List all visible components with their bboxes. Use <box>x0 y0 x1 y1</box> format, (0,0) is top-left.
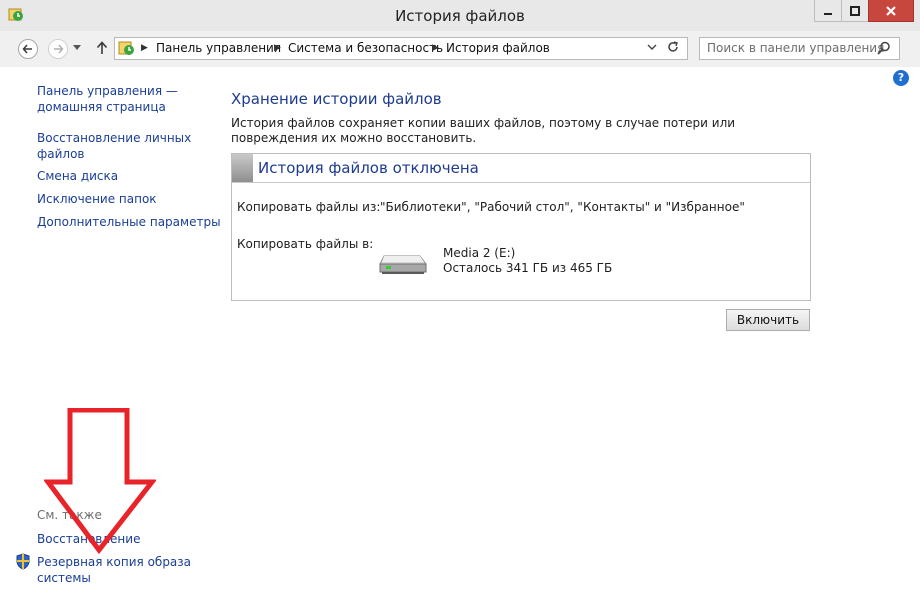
sidebar-item-control-panel-home[interactable]: Панель управления — домашняя страница <box>37 83 217 115</box>
shield-icon <box>16 553 30 570</box>
window-title: История файлов <box>395 7 525 25</box>
sidebar-item-change-drive[interactable]: Смена диска <box>37 168 118 184</box>
recent-locations-chevron-icon[interactable] <box>73 45 81 51</box>
page-description: История файлов сохраняет копии ваших фай… <box>231 116 736 145</box>
enable-button[interactable]: Включить <box>726 309 810 331</box>
maximize-button[interactable] <box>841 0 868 22</box>
sidebar-item-restore-files[interactable]: Восстановление личных файлов <box>37 130 217 162</box>
minimize-button[interactable] <box>814 0 841 22</box>
breadcrumb-separator-icon[interactable]: ▶ <box>274 40 281 56</box>
search-placeholder: Поиск в панели управления <box>707 41 885 55</box>
search-icon[interactable] <box>877 41 891 55</box>
control-panel-icon <box>118 41 134 55</box>
breadcrumb-file-history[interactable]: История файлов <box>446 40 550 56</box>
close-button[interactable] <box>868 0 914 22</box>
copy-from-value: "Библиотеки", "Рабочий стол", "Контакты"… <box>380 200 745 214</box>
help-icon[interactable]: ? <box>893 70 909 86</box>
copy-to-label: Копировать файлы в: <box>237 237 374 251</box>
sidebar-item-advanced-settings[interactable]: Дополнительные параметры <box>37 214 221 230</box>
status-indicator-bar <box>232 154 253 182</box>
sidebar-item-exclude-folders[interactable]: Исключение папок <box>37 191 157 207</box>
hard-drive-icon <box>379 255 427 274</box>
breadcrumb-control-panel[interactable]: Панель управления <box>156 40 281 56</box>
see-also-system-image-backup-link[interactable]: Резервная копия образа системы <box>37 554 197 586</box>
target-drive-free-space: Осталось 341 ГБ из 465 ГБ <box>443 261 613 275</box>
page-title: Хранение истории файлов <box>231 90 442 108</box>
refresh-icon[interactable] <box>666 40 680 54</box>
breadcrumb-system-security[interactable]: Система и безопасность <box>288 40 443 56</box>
forward-button[interactable] <box>48 39 68 59</box>
breadcrumb-separator-icon: ▶ <box>141 43 148 53</box>
back-button[interactable] <box>18 39 38 59</box>
target-drive-name: Media 2 (E:) <box>443 246 516 260</box>
up-arrow-icon[interactable] <box>96 41 108 55</box>
arrow-left-icon <box>22 44 32 54</box>
status-title: История файлов отключена <box>258 159 479 177</box>
minimize-icon <box>824 12 832 15</box>
close-icon <box>886 5 896 16</box>
chevron-down-icon[interactable] <box>647 44 657 50</box>
arrow-right-icon <box>54 44 64 54</box>
maximize-icon <box>850 5 860 16</box>
annotation-down-arrow <box>44 408 156 554</box>
copy-from-label: Копировать файлы из: <box>237 200 381 214</box>
breadcrumb-separator-icon[interactable]: ▶ <box>432 40 439 56</box>
